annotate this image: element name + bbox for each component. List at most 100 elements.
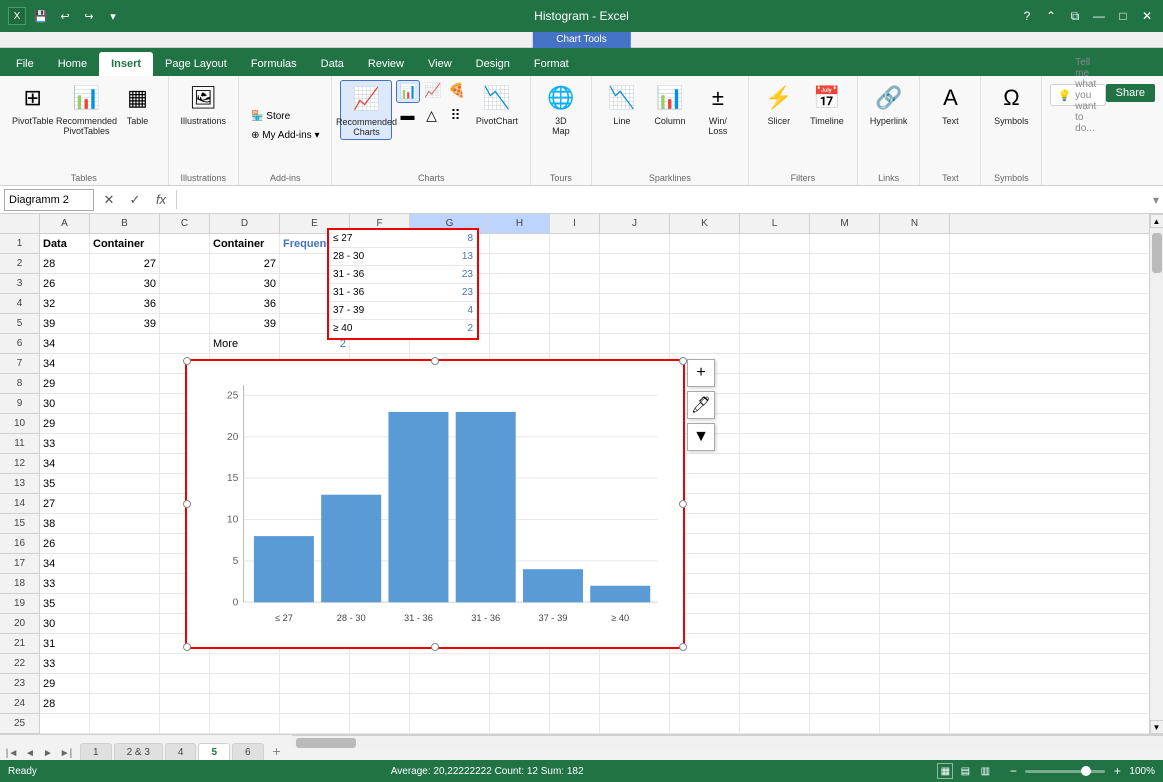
row-num-16[interactable]: 16 <box>0 534 40 554</box>
cell-M8[interactable] <box>810 374 880 394</box>
tab-prev-btn[interactable]: ◄ <box>22 745 38 760</box>
row-num-20[interactable]: 20 <box>0 614 40 634</box>
restore-btn[interactable]: ⧉ <box>1067 8 1083 24</box>
cell-E22[interactable] <box>280 654 350 674</box>
cell-F24[interactable] <box>350 694 410 714</box>
symbols-btn[interactable]: Ω Symbols <box>989 80 1033 128</box>
cell-c1[interactable] <box>160 234 210 254</box>
cell-A23[interactable]: 29 <box>40 674 90 694</box>
tab-format[interactable]: Format <box>522 52 581 76</box>
qat-dropdown-btn[interactable]: ▾ <box>104 7 122 25</box>
table-btn[interactable]: ▦ Table <box>116 80 160 128</box>
cell-b3[interactable]: 30 <box>90 274 160 294</box>
cell-N24[interactable] <box>880 694 950 714</box>
cell-M12[interactable] <box>810 454 880 474</box>
cell-n6[interactable] <box>880 334 950 354</box>
cell-a6[interactable]: 34 <box>40 334 90 354</box>
cell-M21[interactable] <box>810 634 880 654</box>
formula-input[interactable] <box>181 189 1149 211</box>
cell-C25[interactable] <box>160 714 210 734</box>
tab-home[interactable]: Home <box>46 52 99 76</box>
cell-J24[interactable] <box>600 694 670 714</box>
data-label-6[interactable]: ≥ 40 <box>329 320 437 338</box>
row-num-10[interactable]: 10 <box>0 414 40 434</box>
cell-G23[interactable] <box>410 674 490 694</box>
cell-I22[interactable] <box>550 654 600 674</box>
cell-N12[interactable] <box>880 454 950 474</box>
cell-M9[interactable] <box>810 394 880 414</box>
col-header-n[interactable]: N <box>880 214 950 233</box>
bar-6[interactable] <box>590 586 650 603</box>
col-header-m[interactable]: M <box>810 214 880 233</box>
bar-4[interactable] <box>456 412 516 602</box>
cell-L10[interactable] <box>740 414 810 434</box>
cell-d4[interactable]: 36 <box>210 294 280 314</box>
cell-A18[interactable]: 33 <box>40 574 90 594</box>
cell-D24[interactable] <box>210 694 280 714</box>
cell-N20[interactable] <box>880 614 950 634</box>
cell-d5[interactable]: 39 <box>210 314 280 334</box>
row-num-23[interactable]: 23 <box>0 674 40 694</box>
cell-A24[interactable]: 28 <box>40 694 90 714</box>
cell-n1[interactable] <box>880 234 950 254</box>
cell-a2[interactable]: 28 <box>40 254 90 274</box>
data-val-3[interactable]: 23 <box>437 266 477 283</box>
cell-E25[interactable] <box>280 714 350 734</box>
cell-B20[interactable] <box>90 614 160 634</box>
cell-L16[interactable] <box>740 534 810 554</box>
undo-qat-btn[interactable]: ↩ <box>56 7 74 25</box>
data-label-2[interactable]: 28 - 30 <box>329 248 437 265</box>
cell-j6[interactable] <box>600 334 670 354</box>
sheet-tab-2and3[interactable]: 2 & 3 <box>114 743 163 760</box>
cell-D22[interactable] <box>210 654 280 674</box>
normal-view-btn[interactable]: ▦ <box>937 763 953 779</box>
cell-A13[interactable]: 35 <box>40 474 90 494</box>
cell-J22[interactable] <box>600 654 670 674</box>
cell-L11[interactable] <box>740 434 810 454</box>
sparkline-line-btn[interactable]: 📉 Line <box>600 80 644 128</box>
row-num-12[interactable]: 12 <box>0 454 40 474</box>
cell-a1[interactable]: Data <box>40 234 90 254</box>
row-num-18[interactable]: 18 <box>0 574 40 594</box>
col-header-i[interactable]: I <box>550 214 600 233</box>
area-chart-btn[interactable]: △ <box>420 105 442 126</box>
redo-qat-btn[interactable]: ↪ <box>80 7 98 25</box>
cell-K25[interactable] <box>670 714 740 734</box>
row-num-1[interactable]: 1 <box>0 234 40 254</box>
cell-A11[interactable]: 33 <box>40 434 90 454</box>
cell-d1[interactable]: Container <box>210 234 280 254</box>
cell-c2[interactable] <box>160 254 210 274</box>
cell-c3[interactable] <box>160 274 210 294</box>
cell-i2[interactable] <box>550 254 600 274</box>
cell-A10[interactable]: 29 <box>40 414 90 434</box>
cell-m7[interactable] <box>810 354 880 374</box>
cell-B21[interactable] <box>90 634 160 654</box>
cell-k6[interactable] <box>670 334 740 354</box>
cell-i1[interactable] <box>550 234 600 254</box>
cell-n7[interactable] <box>880 354 950 374</box>
hyperlink-btn[interactable]: 🔗 Hyperlink <box>866 80 912 128</box>
cell-D25[interactable] <box>210 714 280 734</box>
store-btn[interactable]: 🏪 Store <box>247 109 294 124</box>
h-scroll-thumb[interactable] <box>296 738 356 748</box>
cell-J25[interactable] <box>600 714 670 734</box>
row-num-14[interactable]: 14 <box>0 494 40 514</box>
row-num-4[interactable]: 4 <box>0 294 40 314</box>
row-num-13[interactable]: 13 <box>0 474 40 494</box>
cell-J23[interactable] <box>600 674 670 694</box>
cell-m3[interactable] <box>810 274 880 294</box>
cell-i5[interactable] <box>550 314 600 334</box>
cell-h2[interactable] <box>490 254 550 274</box>
sheet-tab-4[interactable]: 4 <box>165 743 197 760</box>
col-header-c[interactable]: C <box>160 214 210 233</box>
cell-M22[interactable] <box>810 654 880 674</box>
cell-A17[interactable]: 34 <box>40 554 90 574</box>
sheet-tab-1[interactable]: 1 <box>80 743 112 760</box>
cell-A12[interactable]: 34 <box>40 454 90 474</box>
add-chart-element-btn[interactable]: + <box>687 359 715 387</box>
cell-M23[interactable] <box>810 674 880 694</box>
cell-M11[interactable] <box>810 434 880 454</box>
scroll-thumb[interactable] <box>1152 233 1162 273</box>
cell-k1[interactable] <box>670 234 740 254</box>
cell-a3[interactable]: 26 <box>40 274 90 294</box>
